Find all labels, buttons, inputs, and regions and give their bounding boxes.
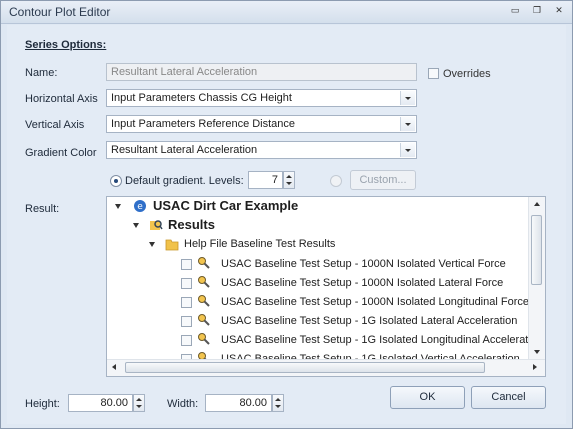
vertical-axis-select[interactable]: Input Parameters Reference Distance — [106, 115, 417, 133]
collapse-icon[interactable] — [133, 223, 139, 228]
result-checkbox[interactable] — [181, 297, 192, 308]
scroll-left-icon[interactable] — [112, 364, 116, 370]
tree-results-label: Results — [168, 217, 215, 232]
vertical-scrollbar[interactable] — [528, 197, 545, 360]
scroll-right-icon[interactable] — [533, 364, 537, 370]
name-field[interactable]: Resultant Lateral Acceleration — [106, 63, 417, 81]
result-checkbox[interactable] — [181, 316, 192, 327]
tree-folder-label: Help File Baseline Test Results — [184, 238, 336, 250]
default-gradient-label: Default gradient. Levels: — [125, 175, 244, 187]
levels-input[interactable]: 7 — [248, 171, 283, 189]
height-input[interactable]: 80.00 — [68, 394, 133, 412]
result-item-label: USAC Baseline Test Setup - 1G Isolated L… — [221, 315, 518, 327]
result-item-label: USAC Baseline Test Setup - 1000N Isolate… — [221, 296, 529, 308]
width-stepper[interactable] — [272, 394, 284, 412]
gradient-color-label: Gradient Color — [25, 147, 97, 159]
contour-plot-editor-window: Contour Plot Editor ▭ ❐ ✕ Series Options… — [0, 0, 573, 429]
result-magnifier-icon — [198, 257, 210, 269]
height-stepper[interactable] — [133, 394, 145, 412]
title-bar[interactable]: Contour Plot Editor ▭ ❐ ✕ — [1, 1, 572, 24]
stepper-up-icon[interactable] — [275, 398, 281, 401]
window-title: Contour Plot Editor — [9, 5, 111, 19]
stepper-down-icon[interactable] — [136, 405, 142, 408]
vertical-axis-value: Input Parameters Reference Distance — [111, 118, 296, 130]
cancel-button[interactable]: Cancel — [471, 386, 546, 409]
chevron-down-icon[interactable] — [400, 91, 415, 105]
svg-text:e: e — [137, 202, 143, 212]
dialog-body: Series Options: Name: Resultant Lateral … — [7, 25, 566, 424]
collapse-icon[interactable] — [115, 204, 121, 209]
result-magnifier-icon — [198, 276, 210, 288]
chevron-down-icon[interactable] — [400, 143, 415, 157]
scroll-up-icon[interactable] — [534, 202, 540, 206]
result-tree[interactable]: e USAC Dirt Car Example Results Help Fil… — [106, 196, 546, 377]
horizontal-axis-value: Input Parameters Chassis CG Height — [111, 92, 292, 104]
result-magnifier-icon — [198, 333, 210, 345]
series-options-heading: Series Options: — [25, 39, 107, 51]
chevron-down-icon[interactable] — [400, 117, 415, 131]
vertical-axis-label: Vertical Axis — [25, 119, 85, 131]
custom-gradient-button[interactable]: Custom... — [350, 170, 416, 190]
result-item-label: USAC Baseline Test Setup - 1G Isolated L… — [221, 334, 544, 346]
overrides-label: Overrides — [443, 68, 491, 80]
restore-icon[interactable]: ❐ — [530, 5, 544, 17]
project-icon: e — [134, 200, 146, 212]
scroll-down-icon[interactable] — [534, 350, 540, 354]
gradient-color-select[interactable]: Resultant Lateral Acceleration — [106, 141, 417, 159]
overrides-checkbox[interactable] — [428, 68, 439, 79]
stepper-down-icon[interactable] — [286, 182, 292, 185]
ok-button[interactable]: OK — [390, 386, 465, 409]
vertical-scroll-thumb[interactable] — [531, 215, 542, 285]
result-item-label: USAC Baseline Test Setup - 1000N Isolate… — [221, 258, 506, 270]
result-magnifier-icon — [198, 295, 210, 307]
result-checkbox[interactable] — [181, 335, 192, 346]
levels-stepper[interactable] — [283, 171, 295, 189]
close-icon[interactable]: ✕ — [552, 5, 566, 17]
results-magnifier-icon — [150, 220, 163, 230]
stepper-up-icon[interactable] — [136, 398, 142, 401]
result-magnifier-icon — [198, 314, 210, 326]
horizontal-axis-select[interactable]: Input Parameters Chassis CG Height — [106, 89, 417, 107]
gradient-color-value: Resultant Lateral Acceleration — [111, 144, 258, 156]
collapse-icon[interactable] — [149, 242, 155, 247]
result-checkbox[interactable] — [181, 259, 192, 270]
stepper-down-icon[interactable] — [275, 405, 281, 408]
result-item-label: USAC Baseline Test Setup - 1000N Isolate… — [221, 277, 504, 289]
stepper-up-icon[interactable] — [286, 175, 292, 178]
result-label: Result: — [25, 203, 60, 215]
default-gradient-radio[interactable] — [110, 175, 122, 187]
custom-gradient-radio[interactable] — [330, 175, 342, 187]
name-label: Name: — [25, 67, 58, 79]
folder-icon — [165, 239, 179, 251]
tree-root-label: USAC Dirt Car Example — [153, 198, 299, 213]
width-label: Width: — [167, 398, 199, 410]
width-input[interactable]: 80.00 — [205, 394, 272, 412]
result-checkbox[interactable] — [181, 278, 192, 289]
minimize-icon[interactable]: ▭ — [508, 5, 522, 17]
horizontal-scroll-thumb[interactable] — [125, 362, 485, 373]
horizontal-axis-label: Horizontal Axis — [25, 93, 98, 105]
horizontal-scrollbar[interactable] — [107, 359, 545, 376]
height-label: Height: — [25, 398, 60, 410]
